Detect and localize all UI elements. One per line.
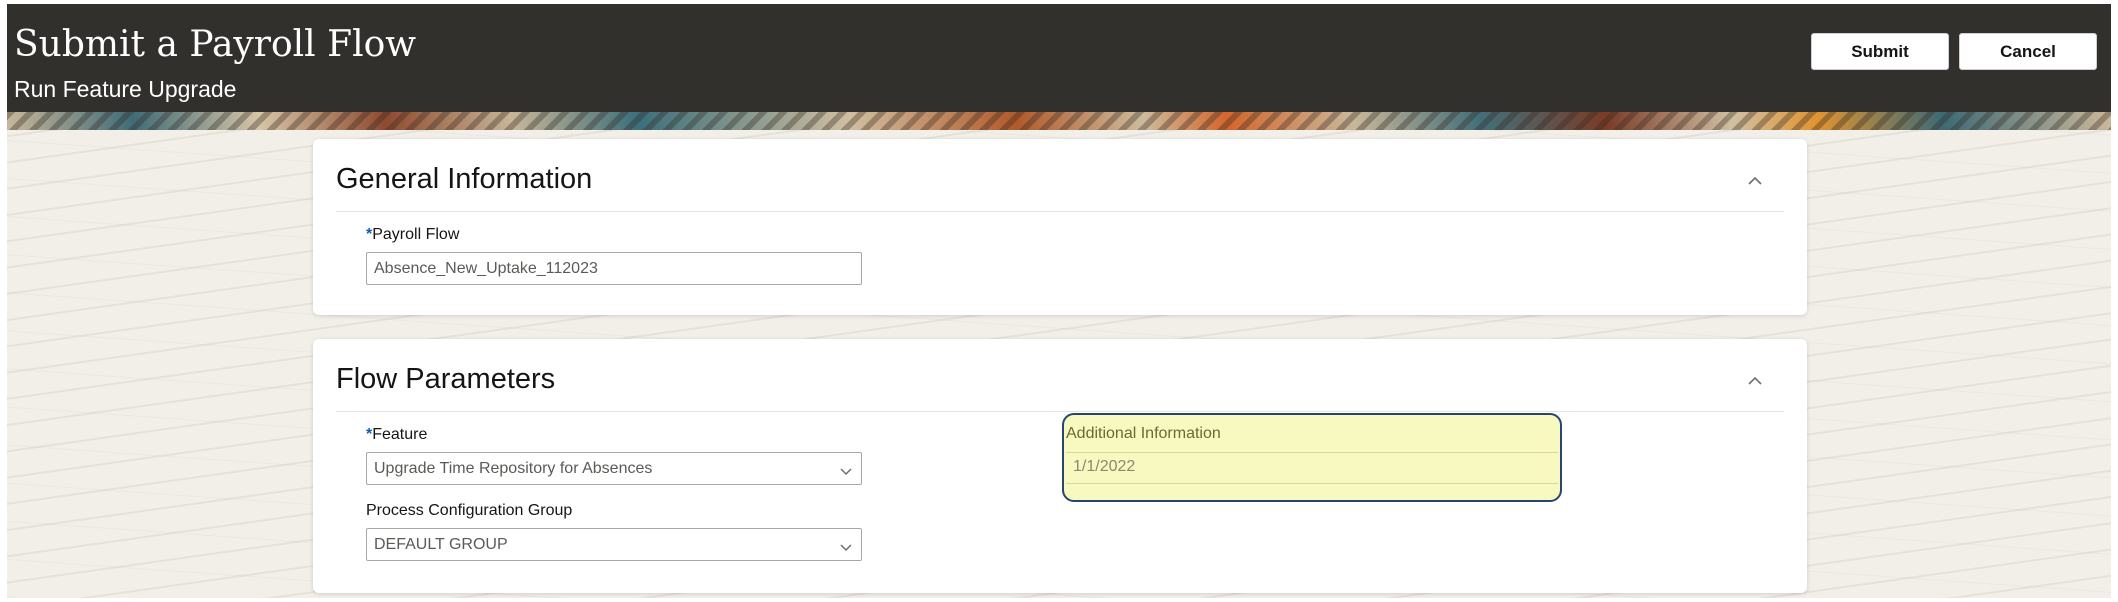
chevron-up-icon[interactable] — [1747, 373, 1763, 389]
page-subtitle: Run Feature Upgrade — [14, 76, 237, 102]
feature-label-text: Feature — [372, 426, 428, 443]
section-divider — [336, 211, 1784, 212]
section-divider — [336, 411, 1784, 412]
general-information-section: General Information *Payroll Flow Absenc… — [313, 139, 1807, 315]
submit-button[interactable]: Submit — [1811, 33, 1949, 70]
chevron-down-icon — [840, 540, 852, 552]
page-frame: Submit a Payroll Flow Run Feature Upgrad… — [7, 4, 2111, 598]
field-divider — [1066, 452, 1558, 453]
payroll-flow-label: *Payroll Flow — [366, 226, 459, 244]
decorative-banner — [7, 112, 2111, 130]
additional-information-field[interactable]: Additional Information 1/1/2022 — [1062, 413, 1562, 502]
additional-information-value[interactable]: 1/1/2022 — [1073, 458, 1135, 476]
additional-information-label: Additional Information — [1066, 425, 1221, 442]
section-title-flow-parameters: Flow Parameters — [336, 363, 556, 395]
page-header: Submit a Payroll Flow Run Feature Upgrad… — [7, 4, 2111, 112]
cancel-button[interactable]: Cancel — [1959, 33, 2097, 70]
payroll-flow-input[interactable]: Absence_New_Uptake_112023 — [366, 252, 862, 285]
process-configuration-group-label: Process Configuration Group — [366, 502, 573, 519]
feature-select[interactable]: Upgrade Time Repository for Absences — [366, 452, 862, 485]
feature-value: Upgrade Time Repository for Absences — [374, 459, 653, 477]
feature-label: *Feature — [366, 426, 427, 444]
process-configuration-group-select[interactable]: DEFAULT GROUP — [366, 528, 862, 561]
payroll-flow-value: Absence_New_Uptake_112023 — [374, 259, 598, 277]
flow-parameters-section: Flow Parameters *Feature Upgrade Time Re… — [313, 339, 1807, 593]
payroll-flow-label-text: Payroll Flow — [372, 226, 460, 243]
chevron-up-icon[interactable] — [1747, 173, 1763, 189]
chevron-down-icon — [840, 464, 852, 476]
process-configuration-group-value: DEFAULT GROUP — [374, 535, 508, 553]
field-divider — [1066, 483, 1558, 484]
page-title: Submit a Payroll Flow — [14, 24, 417, 65]
section-title-general-information: General Information — [336, 163, 593, 195]
